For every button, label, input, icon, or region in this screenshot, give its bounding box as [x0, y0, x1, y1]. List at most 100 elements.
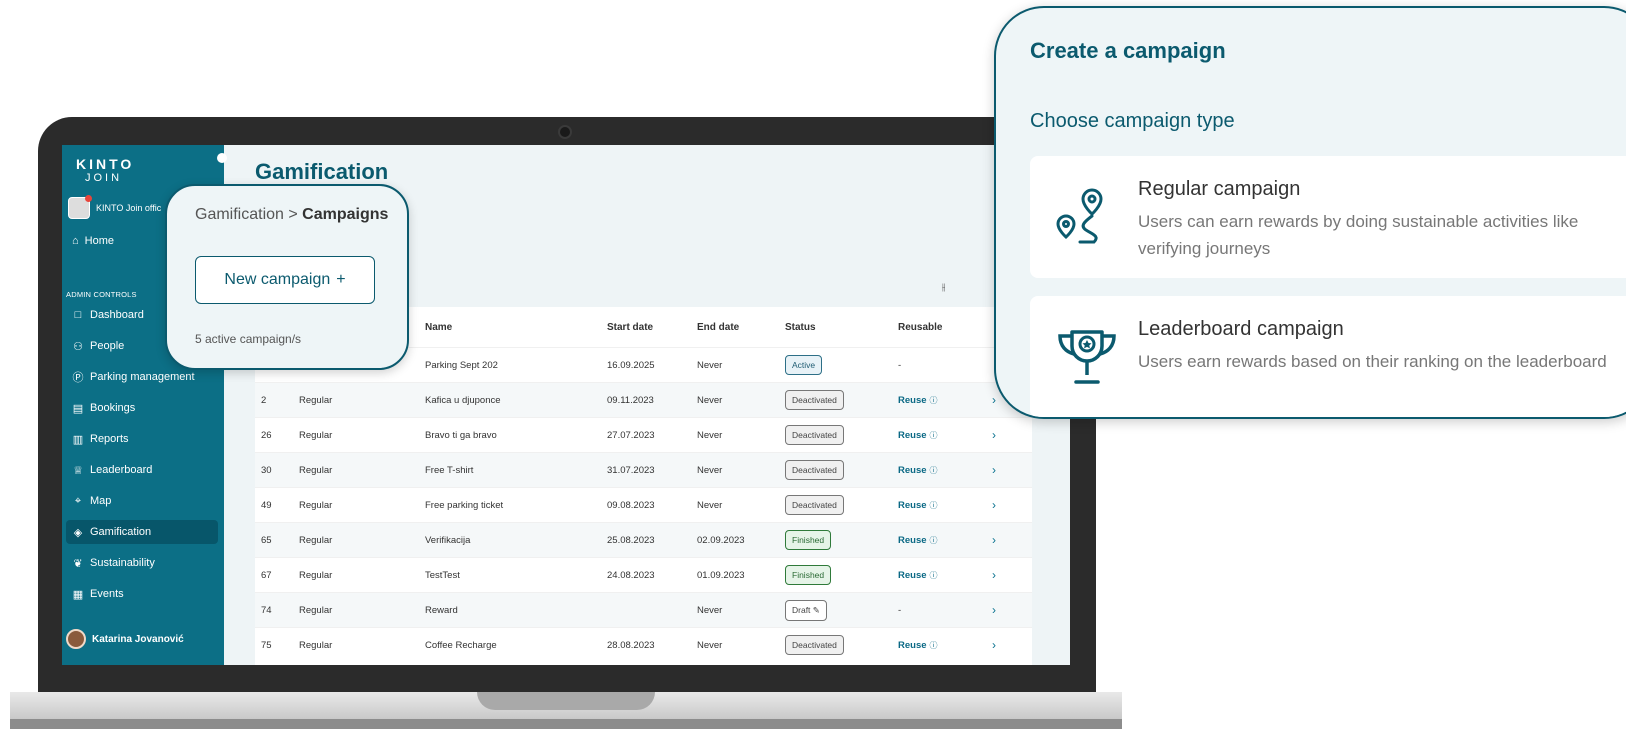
info-icon[interactable]: ⓘ [930, 536, 938, 545]
gamepad-icon: ◈ [73, 526, 83, 539]
campaigns-callout-card: Gamification > Campaigns New campaign + … [165, 184, 409, 370]
reuse-link[interactable]: Reuse [898, 570, 927, 581]
sidebar-item-home[interactable]: ⌂ Home [72, 235, 114, 247]
table-row[interactable]: 26 Regular Bravo ti ga bravo 27.07.2023 … [255, 417, 1032, 452]
campaign-id: 49 [261, 499, 272, 511]
reusable-value: - [898, 359, 902, 371]
info-icon[interactable]: ⓘ [930, 431, 938, 440]
campaign-name: Verifikacija [425, 534, 471, 546]
campaign-id: 65 [261, 534, 272, 546]
chevron-right-icon[interactable]: › [992, 533, 1032, 547]
page-title: Gamification [255, 159, 389, 184]
campaign-start-date: 16.09.2025 [607, 359, 655, 371]
campaign-type: Regular [299, 429, 333, 441]
sidebar-item-label: Parking management [90, 371, 195, 383]
reuse-link[interactable]: Reuse [898, 640, 927, 651]
reuse-link[interactable]: Reuse [898, 430, 927, 441]
column-header-status[interactable]: Status [785, 322, 898, 333]
chevron-right-icon[interactable]: › [992, 638, 1032, 652]
regular-campaign-option[interactable]: Regular campaign Users can earn rewards … [1030, 156, 1626, 278]
sidebar-item-gamification[interactable]: ◈ Gamification [66, 520, 218, 544]
info-icon[interactable]: ⓘ [930, 641, 938, 650]
reuse-link[interactable]: Reuse [898, 535, 927, 546]
table-row[interactable]: 2 Regular Kafica u djuponce 09.11.2023 N… [255, 382, 1032, 417]
campaign-type: Regular [299, 569, 333, 581]
status-badge: Deactivated [785, 460, 844, 480]
logo-kinto-text: KINTO [76, 156, 135, 172]
info-icon[interactable]: ⓘ [930, 396, 938, 405]
campaign-end-date: Never [697, 639, 723, 651]
sidebar-item-label: Home [84, 235, 114, 247]
campaign-id: 75 [261, 639, 272, 651]
info-icon[interactable]: ⓘ [930, 501, 938, 510]
sidebar-item-map[interactable]: ⌖ Map [66, 489, 218, 513]
campaign-name: Parking Sept 202 [425, 359, 498, 371]
admin-controls-heading: ADMIN CONTROLS [66, 290, 137, 299]
sidebar-item-leaderboard[interactable]: ♕ Leaderboard [66, 458, 218, 482]
filter-icon[interactable]: ⫲ [942, 282, 945, 293]
home-icon: ⌂ [72, 235, 79, 247]
status-badge: Draft ✎ [785, 599, 827, 621]
reuse-link[interactable]: Reuse [898, 465, 927, 476]
user-profile[interactable]: Katarina Jovanović [66, 629, 184, 649]
table-row[interactable]: 67 Regular TestTest 24.08.2023 01.09.202… [255, 557, 1032, 592]
leaderboard-campaign-option[interactable]: Leaderboard campaign Users earn rewards … [1030, 296, 1626, 417]
info-icon[interactable]: ⓘ [930, 571, 938, 580]
table-row[interactable]: 49 Regular Free parking ticket 09.08.202… [255, 487, 1032, 522]
org-switcher[interactable]: KINTO Join offic [68, 195, 161, 219]
column-header-start-date[interactable]: Start date [607, 322, 697, 333]
reuse-link[interactable]: Reuse [898, 395, 927, 406]
sidebar-item-label: Gamification [90, 526, 152, 538]
table-row[interactable]: 74 Regular Reward Never Draft ✎ - › [255, 592, 1032, 627]
campaign-name: Bravo ti ga bravo [425, 429, 497, 441]
calendar-icon: ▤ [72, 402, 84, 415]
campaign-end-date: Never [697, 499, 723, 511]
sidebar-item-label: Events [90, 588, 124, 600]
campaign-start-date: 25.08.2023 [607, 534, 655, 546]
campaign-end-date: Never [697, 359, 723, 371]
map-icon: ⌖ [74, 494, 82, 507]
campaign-id: 74 [261, 604, 272, 616]
breadcrumb: Gamification > Campaigns [195, 206, 388, 224]
status-badge: Active [785, 355, 823, 375]
collapse-sidebar-button[interactable] [217, 153, 227, 163]
campaign-start-date: 27.07.2023 [607, 429, 655, 441]
sidebar-item-sustainability[interactable]: ❦ Sustainability [66, 551, 218, 575]
column-header-end-date[interactable]: End date [697, 322, 785, 333]
chevron-right-icon[interactable]: › [992, 568, 1032, 582]
chevron-right-icon[interactable]: › [992, 603, 1032, 617]
reuse-link[interactable]: Reuse [898, 500, 927, 511]
column-header-reusable[interactable]: Reusable [898, 322, 992, 333]
sidebar-item-label: Leaderboard [90, 464, 153, 476]
breadcrumb-current: Campaigns [302, 206, 389, 223]
table-row[interactable]: 65 Regular Verifikacija 25.08.2023 02.09… [255, 522, 1032, 557]
campaign-type: Regular [299, 464, 333, 476]
sidebar-item-events[interactable]: ▦ Events [66, 582, 218, 606]
sidebar-item-reports[interactable]: ▥ Reports [66, 427, 218, 451]
campaign-name: TestTest [425, 569, 460, 581]
campaign-id: 2 [261, 394, 267, 406]
active-campaign-count: 5 active campaign/s [195, 332, 302, 346]
parking-icon: Ⓟ [72, 372, 84, 384]
campaign-end-date: 01.09.2023 [697, 569, 745, 581]
campaign-name: Kafica u djuponce [425, 394, 501, 406]
sidebar-item-label: Sustainability [90, 557, 155, 569]
campaign-end-date: Never [697, 604, 723, 616]
chevron-right-icon[interactable]: › [992, 498, 1032, 512]
chevron-right-icon[interactable]: › [992, 463, 1032, 477]
column-header-name[interactable]: Name [425, 322, 607, 333]
campaign-id: 67 [261, 569, 272, 581]
info-icon[interactable]: ⓘ [930, 466, 938, 475]
avatar [66, 629, 86, 649]
campaign-start-date: 28.08.2023 [607, 639, 655, 651]
new-campaign-button[interactable]: New campaign + [195, 256, 375, 304]
campaign-end-date: 02.09.2023 [697, 534, 745, 546]
breadcrumb-parent[interactable]: Gamification [195, 206, 284, 223]
sidebar-item-bookings[interactable]: ▤ Bookings [66, 396, 218, 420]
table-row[interactable]: 75 Regular Coffee Recharge 28.08.2023 Ne… [255, 627, 1032, 662]
table-row[interactable]: 30 Regular Free T-shirt 31.07.2023 Never… [255, 452, 1032, 487]
campaign-type: Regular [299, 639, 333, 651]
chevron-right-icon[interactable]: › [992, 428, 1032, 442]
status-badge: Deactivated [785, 495, 844, 515]
trophy-icon [1058, 330, 1116, 384]
